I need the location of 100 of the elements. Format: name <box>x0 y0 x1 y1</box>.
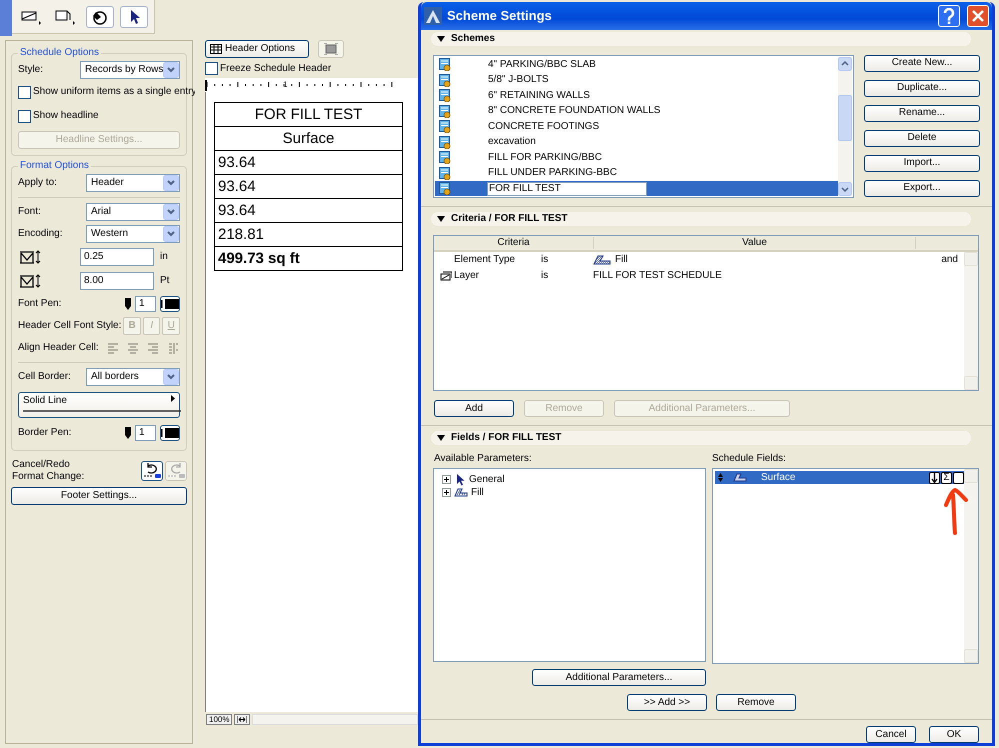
undo-icon <box>142 462 162 480</box>
encoding-dropdown[interactable]: Western <box>86 225 180 243</box>
pen-icon <box>124 426 132 440</box>
additional-parameters-button[interactable]: Additional Parameters... <box>532 669 706 686</box>
expand-icon[interactable] <box>442 488 451 497</box>
sort-button[interactable] <box>929 472 940 484</box>
horizontal-scrollbar[interactable] <box>252 714 418 725</box>
section-header[interactable]: Fields / FOR FILL TEST <box>431 431 971 445</box>
font-dropdown[interactable]: Arial <box>86 203 180 221</box>
dialog-button[interactable]: Rename... <box>864 104 980 122</box>
checkbox[interactable] <box>18 110 31 122</box>
scheme-row[interactable]: FOR FILL TEST <box>435 180 838 196</box>
cell-border-dropdown[interactable]: All borders <box>86 368 180 386</box>
scheme-row[interactable]: FILL FOR PARKING/BBC <box>435 150 838 166</box>
scrollbar[interactable] <box>964 469 978 663</box>
table-cell: 93.64 <box>214 150 402 174</box>
scheme-icon <box>439 136 451 149</box>
scrollbar[interactable] <box>964 252 978 390</box>
field-row[interactable]: Surface Σ <box>715 471 964 484</box>
checkbox[interactable] <box>18 86 31 98</box>
pen-color-button[interactable] <box>160 425 180 441</box>
sort-down-icon <box>931 472 938 482</box>
unit-label: in <box>159 251 169 263</box>
redo-icon <box>166 462 186 480</box>
value-cell: FILL FOR TEST SCHEDULE <box>593 270 722 282</box>
scrollbar[interactable] <box>838 56 852 196</box>
section-header[interactable]: Criteria / FOR FILL TEST <box>431 212 971 226</box>
scheme-row[interactable]: CONCRETE FOOTINGS <box>435 118 838 134</box>
scroll-thumb[interactable] <box>838 94 852 141</box>
section-header[interactable]: Schemes <box>431 32 971 46</box>
scheme-row[interactable]: 5/8" J-BOLTS <box>435 72 838 88</box>
scheme-row[interactable]: excavation <box>435 134 838 150</box>
fit-button[interactable] <box>234 714 250 725</box>
reorder-icon[interactable] <box>718 473 723 482</box>
checkbox-label: Show uniform items as a single entry <box>33 86 196 98</box>
scroll-down-icon[interactable] <box>838 182 852 196</box>
toolbar-handle[interactable] <box>0 0 12 36</box>
field-label: Available Parameters: <box>434 453 533 465</box>
add-button[interactable]: >> Add >> <box>627 694 707 711</box>
scroll-up-icon[interactable] <box>838 56 852 71</box>
font-pen-field[interactable]: 1 <box>135 296 156 312</box>
table-cell: 93.64 <box>214 174 402 198</box>
remove-button[interactable]: Remove <box>716 694 796 711</box>
fill-icon <box>454 488 468 497</box>
border-pen-field[interactable]: 1 <box>135 425 156 441</box>
dialog-button[interactable]: Import... <box>864 154 980 172</box>
group-title: Schedule Options <box>19 47 100 59</box>
sum-button[interactable]: Σ <box>941 472 952 484</box>
help-button[interactable] <box>938 5 960 27</box>
dialog-button[interactable]: Delete <box>864 130 980 147</box>
scheme-name: CONCRETE FOOTINGS <box>487 120 600 133</box>
scheme-icon <box>439 182 451 196</box>
scheme-icon <box>439 58 451 72</box>
section-title: Schemes <box>451 32 495 45</box>
header-options-button[interactable]: Header Options <box>205 40 309 58</box>
scheme-row[interactable]: 8" CONCRETE FOUNDATION WALLS <box>435 103 838 119</box>
dialog-button[interactable]: Cancel <box>866 726 916 743</box>
undo-button[interactable] <box>141 461 163 481</box>
field-label: Align Header Cell: <box>18 342 99 354</box>
field-label: Apply to: <box>18 177 58 189</box>
operator-cell-text: is <box>541 254 550 266</box>
group-title: Format Options <box>19 160 90 172</box>
footer-settings-button[interactable]: Footer Settings... <box>11 487 187 505</box>
field-label: Border Pen: <box>18 427 72 439</box>
scheme-row[interactable]: 6" RETAINING WALLS <box>435 88 838 104</box>
name-field[interactable]: FOR FILL TEST <box>487 182 647 196</box>
operator-cell-text: is <box>541 270 550 282</box>
field-label: Schedule Fields: <box>712 453 786 465</box>
dialog-button[interactable]: Add <box>434 400 514 418</box>
dialog-button[interactable]: Duplicate... <box>864 80 980 97</box>
zoom-button[interactable]: 100% <box>206 714 232 725</box>
scheme-row[interactable]: 4" PARKING/BBC SLAB <box>435 56 838 72</box>
dialog-button[interactable]: Create New... <box>864 54 980 72</box>
column-header: Value <box>594 236 916 249</box>
line-type-selector[interactable]: Solid Line <box>18 392 180 418</box>
scheme-name: FILL FOR PARKING/BBC <box>487 152 602 164</box>
pointer-icon <box>454 474 466 486</box>
close-button[interactable] <box>967 5 989 27</box>
option-button[interactable] <box>953 472 964 484</box>
checkbox[interactable] <box>205 62 218 75</box>
number-field[interactable]: 0.25 <box>80 248 154 266</box>
dialog-button[interactable]: OK <box>929 726 979 743</box>
dialog-button[interactable]: Export... <box>864 180 980 197</box>
collapse-triangle-icon[interactable] <box>437 435 445 442</box>
scheme-icon <box>439 151 451 164</box>
field-label: Style: <box>18 64 44 76</box>
layer-icon <box>440 270 452 281</box>
number-field[interactable]: 8.00 <box>80 272 154 290</box>
scheme-row[interactable]: FILL UNDER PARKING-BBC <box>435 165 838 181</box>
apply-to-dropdown[interactable]: Header <box>86 174 180 192</box>
expand-icon[interactable] <box>442 475 451 484</box>
style-dropdown[interactable]: Records by Rows <box>80 61 180 79</box>
tree-item[interactable]: Fill <box>471 486 484 498</box>
collapse-triangle-icon[interactable] <box>437 36 445 42</box>
scheme-icon <box>439 89 451 102</box>
checkbox-label: Show headline <box>33 110 99 122</box>
scheme-icon <box>439 74 451 87</box>
collapse-triangle-icon[interactable] <box>437 216 445 222</box>
pen-color-button[interactable] <box>160 296 180 312</box>
tree-item[interactable]: General <box>469 474 505 486</box>
